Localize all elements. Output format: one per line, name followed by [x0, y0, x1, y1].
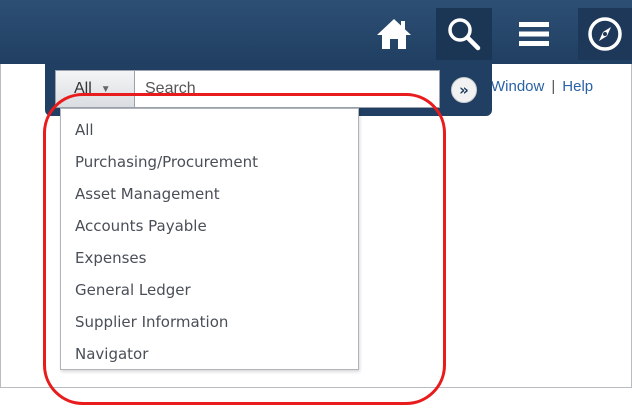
dropdown-option-asset-management[interactable]: Asset Management	[75, 185, 220, 203]
double-chevron-right-icon: »	[459, 80, 469, 99]
header-links: w Window | Help	[476, 76, 593, 96]
hamburger-menu-icon	[519, 22, 549, 46]
home-icon	[377, 19, 411, 49]
home-button[interactable]	[366, 8, 422, 60]
category-dropdown-list: All Purchasing/Procurement Asset Managem…	[60, 108, 359, 370]
dropdown-option-all[interactable]: All	[75, 121, 94, 139]
help-link[interactable]: Help	[562, 78, 593, 95]
dropdown-option-supplier-information[interactable]: Supplier Information	[75, 313, 228, 331]
link-separator: |	[551, 77, 556, 95]
dropdown-caret-icon: ▼	[100, 83, 111, 95]
dropdown-option-expenses[interactable]: Expenses	[75, 249, 146, 267]
menu-button[interactable]	[504, 8, 564, 60]
search-category-select[interactable]: All ▼	[55, 70, 135, 108]
search-category-value: All	[74, 80, 92, 97]
search-go-button[interactable]: »	[451, 77, 477, 103]
search-icon	[448, 18, 481, 51]
compass-icon	[588, 17, 622, 51]
navigator-button[interactable]	[578, 8, 632, 60]
search-button[interactable]	[436, 8, 492, 60]
dropdown-option-general-ledger[interactable]: General Ledger	[75, 281, 191, 299]
dropdown-option-purchasing-procurement[interactable]: Purchasing/Procurement	[75, 153, 258, 171]
search-input[interactable]	[135, 70, 440, 108]
dropdown-option-accounts-payable[interactable]: Accounts Payable	[75, 217, 207, 235]
header-bar	[0, 0, 632, 64]
dropdown-option-navigator[interactable]: Navigator	[75, 345, 148, 363]
